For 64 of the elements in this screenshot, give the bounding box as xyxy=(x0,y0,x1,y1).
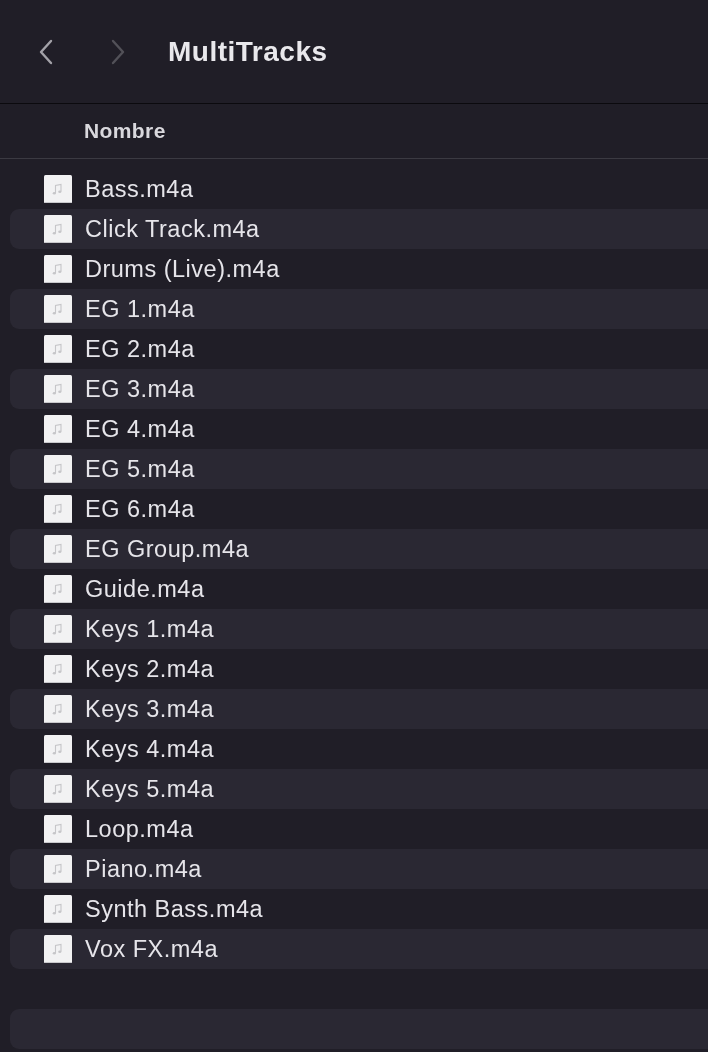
chevron-left-icon xyxy=(39,38,53,65)
file-name: Synth Bass.m4a xyxy=(85,895,264,923)
file-row[interactable]: Loop.m4a xyxy=(10,809,708,849)
file-row[interactable]: Guide.m4a xyxy=(10,569,708,609)
music-file-icon xyxy=(44,215,72,243)
file-row[interactable]: EG Group.m4a xyxy=(10,529,708,569)
column-header[interactable]: Nombre xyxy=(84,119,166,143)
file-row[interactable]: Keys 1.m4a xyxy=(10,609,708,649)
file-row[interactable]: Keys 4.m4a xyxy=(10,729,708,769)
music-file-icon xyxy=(44,615,72,643)
file-row[interactable]: EG 5.m4a xyxy=(10,449,708,489)
file-name: Keys 4.m4a xyxy=(85,735,215,763)
music-file-icon xyxy=(44,375,72,403)
file-row[interactable]: Piano.m4a xyxy=(10,849,708,889)
file-row[interactable]: EG 1.m4a xyxy=(10,289,708,329)
file-name: EG 1.m4a xyxy=(85,295,195,323)
music-file-icon xyxy=(44,895,72,923)
file-row[interactable]: EG 2.m4a xyxy=(10,329,708,369)
file-name: Vox FX.m4a xyxy=(85,935,218,963)
file-name: EG 2.m4a xyxy=(85,335,195,363)
music-file-icon xyxy=(44,855,72,883)
file-name: Keys 5.m4a xyxy=(85,775,215,803)
chevron-right-icon xyxy=(111,38,125,65)
music-file-icon xyxy=(44,415,72,443)
file-name: Keys 1.m4a xyxy=(85,615,215,643)
file-name: Loop.m4a xyxy=(85,815,194,843)
file-name: Keys 3.m4a xyxy=(85,695,215,723)
file-name: Drums (Live).m4a xyxy=(85,255,280,283)
music-file-icon xyxy=(44,575,72,603)
file-row[interactable]: Keys 3.m4a xyxy=(10,689,708,729)
music-file-icon xyxy=(44,335,72,363)
file-name: EG 6.m4a xyxy=(85,495,195,523)
window-title: MultiTracks xyxy=(168,35,328,68)
file-row[interactable]: EG 6.m4a xyxy=(10,489,708,529)
file-name: EG 5.m4a xyxy=(85,455,195,483)
file-row[interactable]: Vox FX.m4a xyxy=(10,929,708,969)
file-name: Keys 2.m4a xyxy=(85,655,215,683)
music-file-icon xyxy=(44,295,72,323)
file-name: Bass.m4a xyxy=(85,175,194,203)
music-file-icon xyxy=(44,935,72,963)
music-file-icon xyxy=(44,695,72,723)
file-name: EG Group.m4a xyxy=(85,535,250,563)
music-file-icon xyxy=(44,175,72,203)
file-name: Piano.m4a xyxy=(85,855,202,883)
file-row[interactable]: Keys 5.m4a xyxy=(10,769,708,809)
music-file-icon xyxy=(44,455,72,483)
music-file-icon xyxy=(44,775,72,803)
music-file-icon xyxy=(44,815,72,843)
file-row[interactable]: EG 4.m4a xyxy=(10,409,708,449)
file-row[interactable]: EG 3.m4a xyxy=(10,369,708,409)
music-file-icon xyxy=(44,655,72,683)
file-name: EG 4.m4a xyxy=(85,415,195,443)
music-file-icon xyxy=(44,255,72,283)
file-row[interactable]: Synth Bass.m4a xyxy=(10,889,708,929)
file-row[interactable]: Drums (Live).m4a xyxy=(10,249,708,289)
file-row[interactable]: Bass.m4a xyxy=(10,169,708,209)
file-row[interactable]: Click Track.m4a xyxy=(10,209,708,249)
music-file-icon xyxy=(44,535,72,563)
file-name: Click Track.m4a xyxy=(85,215,260,243)
file-row[interactable]: Keys 2.m4a xyxy=(10,649,708,689)
file-name: Guide.m4a xyxy=(85,575,205,603)
music-file-icon xyxy=(44,735,72,763)
music-file-icon xyxy=(44,495,72,523)
file-name: EG 3.m4a xyxy=(85,375,195,403)
